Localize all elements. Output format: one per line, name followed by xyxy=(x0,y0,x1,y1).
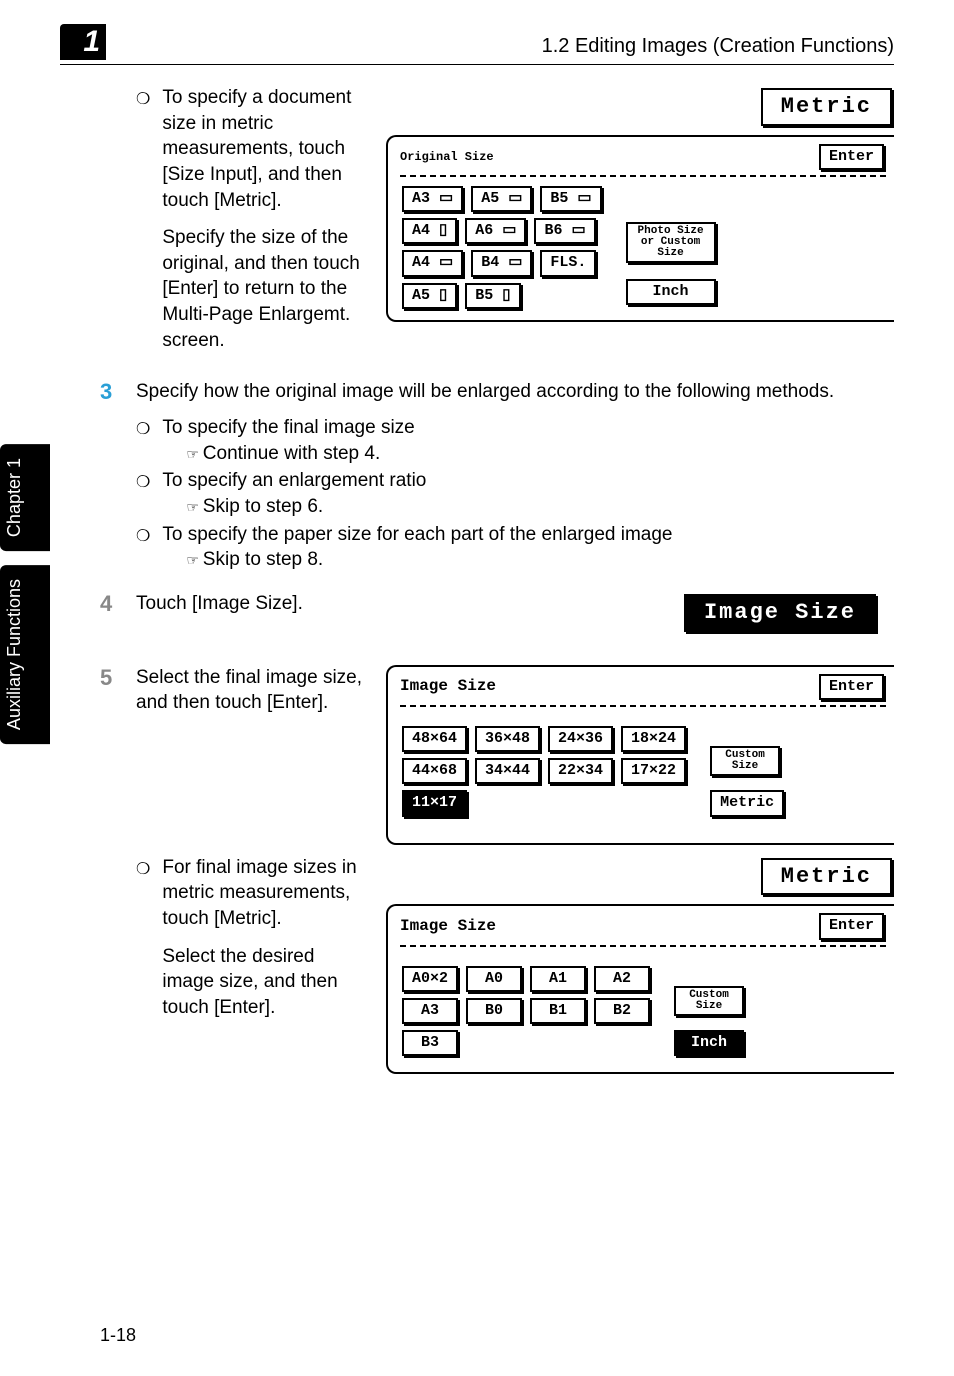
step5-bullet-p1: For final image sizes in metric measurem… xyxy=(162,855,366,932)
size-fls[interactable]: FLS. xyxy=(540,250,596,276)
side-tab-chapter: Chapter 1 xyxy=(0,444,50,551)
enter-button-2[interactable]: Enter xyxy=(819,674,884,700)
inch-button[interactable]: Inch xyxy=(626,279,716,305)
size-34x44[interactable]: 34×44 xyxy=(475,758,540,784)
metric-button-3[interactable]: Metric xyxy=(761,858,892,896)
size-44x68[interactable]: 44×68 xyxy=(402,758,467,784)
size-b5p[interactable]: B5 ▯ xyxy=(465,283,520,309)
size-11x17-selected[interactable]: 11×17 xyxy=(402,790,467,816)
screen-title-original: Original Size xyxy=(400,151,494,163)
step-number-4: 4 xyxy=(100,591,120,635)
size-b3[interactable]: B3 xyxy=(402,1030,458,1056)
page-number: 1-18 xyxy=(100,1325,136,1346)
step3-text: Specify how the original image will be e… xyxy=(136,379,894,405)
step3-item1: To specify the final image size xyxy=(162,417,414,438)
size-b4l[interactable]: B4 ▭ xyxy=(471,250,532,276)
size-a3[interactable]: A3 xyxy=(402,998,458,1024)
step-2-continuation: ❍ To specify a document size in metric m… xyxy=(100,85,894,367)
chapter-badge: 1 xyxy=(60,24,106,60)
bullet-icon-2: ❍ xyxy=(136,855,150,1033)
size-a0x2[interactable]: A0×2 xyxy=(402,966,458,992)
size-a4l[interactable]: A4 ▭ xyxy=(402,250,463,276)
metric-button[interactable]: Metric xyxy=(761,88,892,126)
size-b2[interactable]: B2 xyxy=(594,998,650,1024)
step3-item3-sub: Skip to step 8. xyxy=(203,549,323,570)
size-b5l[interactable]: B5 ▭ xyxy=(540,186,601,212)
step-3: 3 Specify how the original image will be… xyxy=(100,379,894,574)
image-size-button[interactable]: Image Size xyxy=(684,594,876,632)
photo-custom-button[interactable]: Photo Size or Custom Size xyxy=(626,222,716,263)
side-tabs: Chapter 1 Auxiliary Functions xyxy=(0,444,50,744)
enter-button-3[interactable]: Enter xyxy=(819,913,884,939)
size-a5l[interactable]: A5 ▭ xyxy=(471,186,532,212)
size-b6l[interactable]: B6 ▭ xyxy=(534,218,595,244)
size-a4p[interactable]: A4 ▯ xyxy=(402,218,457,244)
size-a0[interactable]: A0 xyxy=(466,966,522,992)
size-b1[interactable]: B1 xyxy=(530,998,586,1024)
step2-text2: Specify the size of the original, and th… xyxy=(162,225,366,353)
enter-button[interactable]: Enter xyxy=(819,144,884,170)
image-size-inch-screen: Image Size Enter 48×64 36×48 24×36 18×24 xyxy=(386,665,894,845)
size-a2[interactable]: A2 xyxy=(594,966,650,992)
size-a5p[interactable]: A5 ▯ xyxy=(402,283,457,309)
size-a6l[interactable]: A6 ▭ xyxy=(465,218,526,244)
size-17x22[interactable]: 17×22 xyxy=(621,758,686,784)
step-number-3: 3 xyxy=(100,379,120,574)
metric-button-2[interactable]: Metric xyxy=(710,790,784,816)
size-a1[interactable]: A1 xyxy=(530,966,586,992)
custom-size-button[interactable]: Custom Size xyxy=(710,746,780,776)
screen-title-imgsize: Image Size xyxy=(400,676,496,698)
size-22x34[interactable]: 22×34 xyxy=(548,758,613,784)
custom-size-button-2[interactable]: Custom Size xyxy=(674,986,744,1016)
size-b0[interactable]: B0 xyxy=(466,998,522,1024)
original-size-screen: Original Size Enter A3 ▭ A5 ▭ B5 ▭ xyxy=(386,135,894,322)
step-number-5: 5 xyxy=(100,665,120,1075)
side-tab-aux: Auxiliary Functions xyxy=(0,565,50,744)
size-48x64[interactable]: 48×64 xyxy=(402,726,467,752)
step4-text: Touch [Image Size]. xyxy=(136,593,303,614)
size-36x48[interactable]: 36×48 xyxy=(475,726,540,752)
inch-button-2[interactable]: Inch xyxy=(674,1030,744,1056)
step-5: 5 Select the final image size, and then … xyxy=(100,665,894,1075)
step3-item1-sub: Continue with step 4. xyxy=(203,443,380,464)
step-4: 4 Touch [Image Size]. Image Size xyxy=(100,591,894,635)
screen-title-imgsize-2: Image Size xyxy=(400,916,496,938)
size-18x24[interactable]: 18×24 xyxy=(621,726,686,752)
step2-text1: To specify a document size in metric mea… xyxy=(162,85,366,213)
bullet-icon: ❍ xyxy=(136,85,150,365)
size-24x36[interactable]: 24×36 xyxy=(548,726,613,752)
step3-item2-sub: Skip to step 6. xyxy=(203,496,323,517)
section-title: 1.2 Editing Images (Creation Functions) xyxy=(106,35,894,60)
step3-item2: To specify an enlargement ratio xyxy=(162,470,426,491)
page-header: 1 1.2 Editing Images (Creation Functions… xyxy=(60,24,894,65)
image-size-metric-screen: Image Size Enter A0×2 A0 A1 A2 xyxy=(386,904,894,1074)
step3-item3: To specify the paper size for each part … xyxy=(162,524,672,545)
step5-bullet-p2: Select the desired image size, and then … xyxy=(162,944,366,1021)
step5-text: Select the final image size, and then to… xyxy=(136,665,366,845)
size-a3l[interactable]: A3 ▭ xyxy=(402,186,463,212)
